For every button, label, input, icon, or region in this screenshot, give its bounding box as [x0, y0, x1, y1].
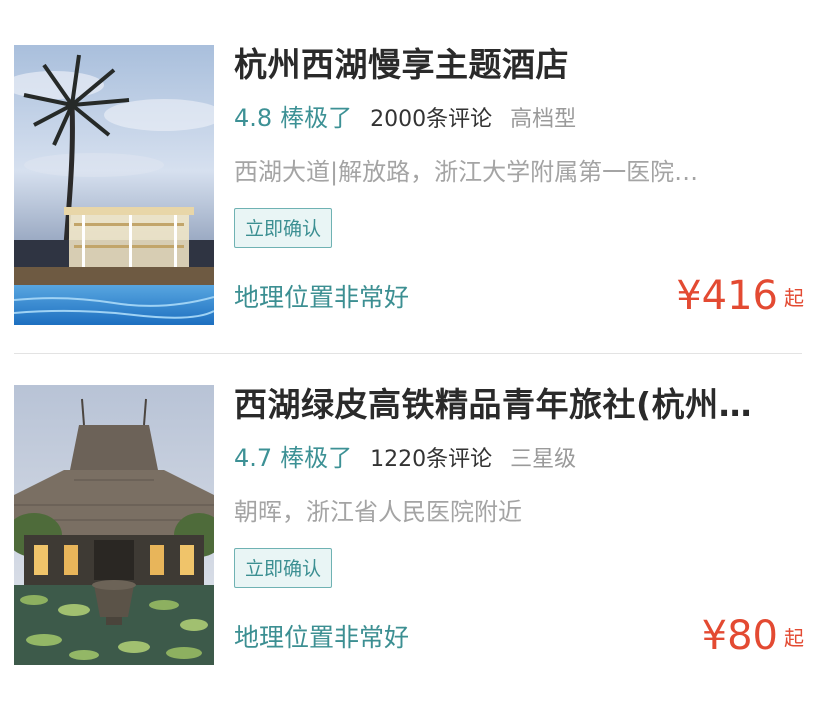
hotel-name[interactable]: 西湖绿皮高铁精品青年旅社(杭州… [234, 382, 802, 428]
hotel-card[interactable]: 杭州西湖慢享主题酒店 4.8 棒极了 2000条评论 高档型 西湖大道|解放路，浙江大… [0, 42, 816, 326]
hotel-info: 西湖绿皮高铁精品青年旅社(杭州… 4.7 棒极了 1220条评论 三星级 朝晖，浙江省… [234, 382, 804, 666]
instant-confirm-badge: 立即确认 [234, 208, 333, 248]
hotel-list: 杭州西湖慢享主题酒店 4.8 棒极了 2000条评论 高档型 西湖大道|解放路，浙江大… [0, 0, 816, 712]
temple-lotus-photo-icon [14, 385, 214, 665]
price-suffix: 起 [784, 286, 804, 310]
price-amount: ¥80 [701, 613, 778, 659]
hotel-price: ¥80 起 [702, 608, 804, 664]
hotel-price: ¥416 起 [676, 268, 804, 324]
hotel-info: 杭州西湖慢享主题酒店 4.8 棒极了 2000条评论 高档型 西湖大道|解放路，浙江大… [234, 42, 804, 326]
palm-pool-photo-icon [14, 45, 214, 325]
price-amount: ¥416 [676, 273, 778, 319]
rating-row: 4.7 棒极了 1220条评论 三星级 [234, 440, 576, 476]
hotel-address: 朝晖，浙江省人民医院附近 [234, 498, 522, 526]
price-suffix: 起 [784, 626, 804, 650]
instant-confirm-badge: 立即确认 [234, 548, 333, 588]
rating-label: 棒极了 [280, 444, 353, 472]
review-count[interactable]: 2000条评论 [370, 107, 492, 132]
hotel-name[interactable]: 杭州西湖慢享主题酒店 [234, 42, 802, 88]
rating-score: 4.8 [234, 104, 273, 132]
location-highlight: 地理位置非常好 [234, 283, 410, 312]
hotel-grade: 高档型 [510, 107, 577, 132]
rating-label: 棒极了 [280, 104, 353, 132]
review-count[interactable]: 1220条评论 [370, 447, 492, 472]
rating-score: 4.7 [234, 444, 273, 472]
location-highlight: 地理位置非常好 [234, 623, 410, 652]
hotel-card[interactable]: 西湖绿皮高铁精品青年旅社(杭州… 4.7 棒极了 1220条评论 三星级 朝晖，浙江省… [0, 382, 816, 666]
hotel-grade: 三星级 [510, 447, 577, 472]
hotel-thumbnail[interactable] [14, 45, 214, 325]
card-divider [14, 353, 802, 354]
hotel-address: 西湖大道|解放路，浙江大学附属第一医院… [234, 158, 699, 186]
hotel-thumbnail[interactable] [14, 385, 214, 665]
rating-row: 4.8 棒极了 2000条评论 高档型 [234, 100, 576, 136]
